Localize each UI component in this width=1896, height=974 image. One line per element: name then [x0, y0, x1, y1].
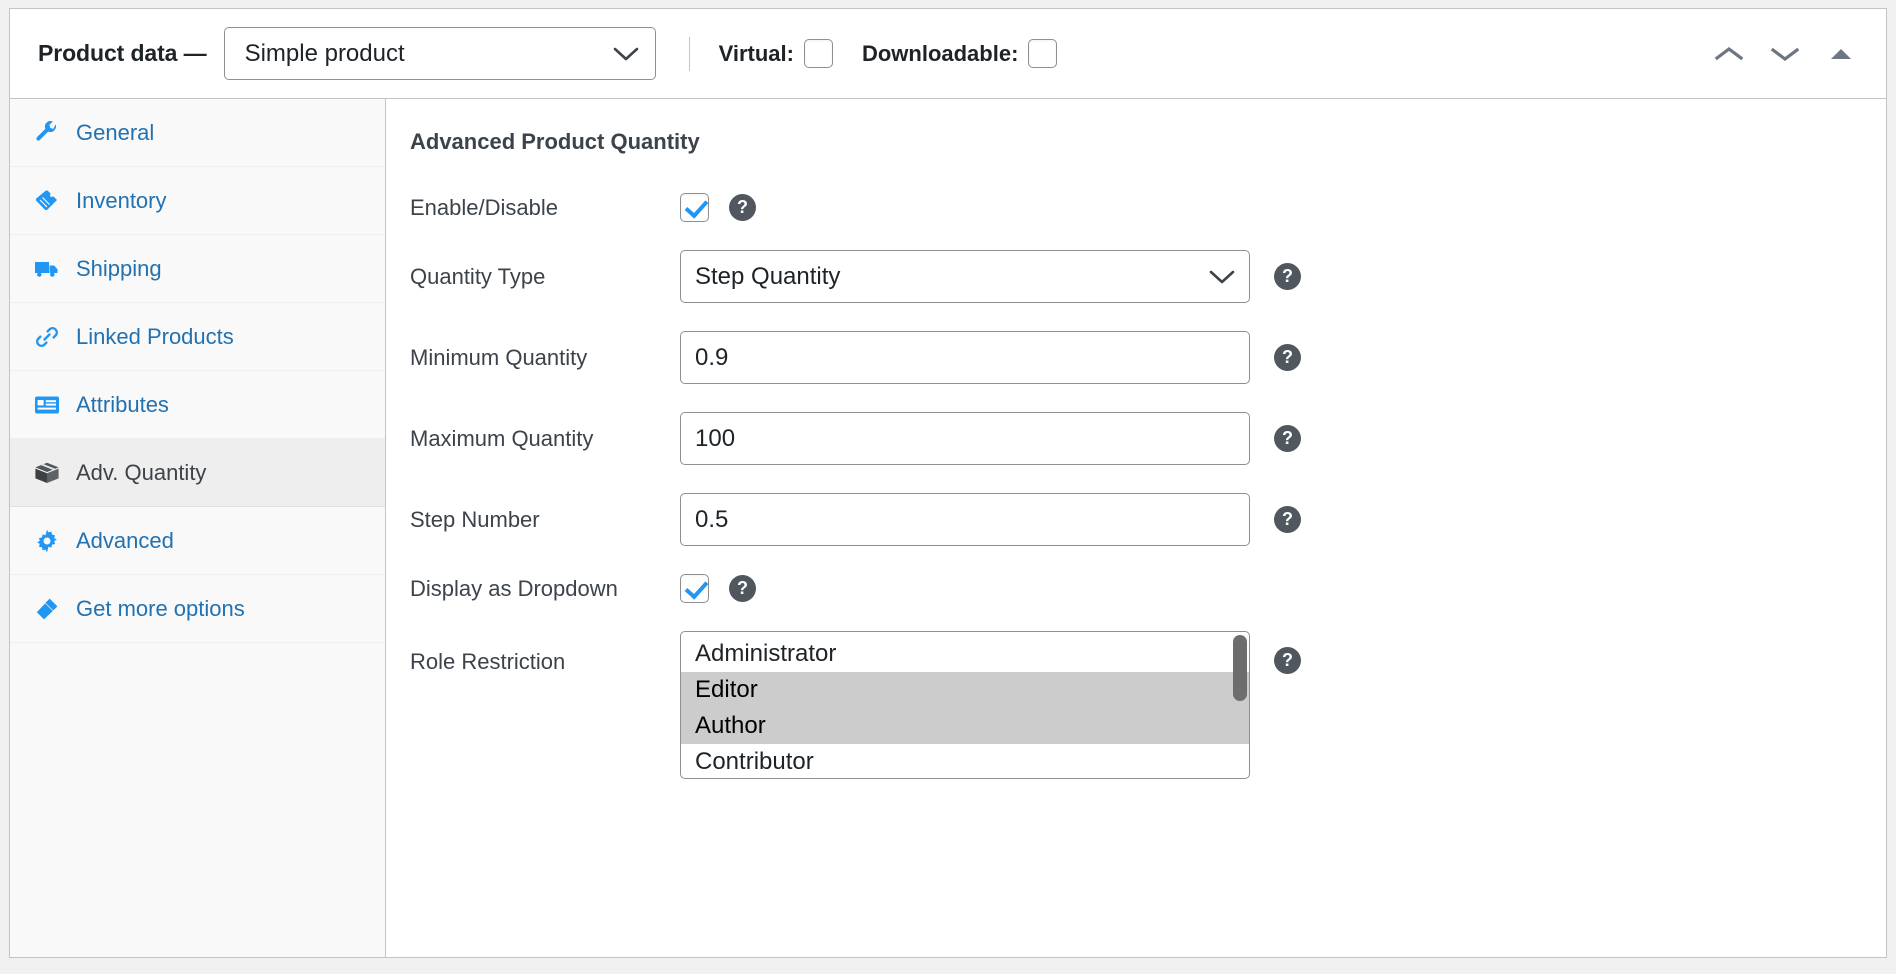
chevron-up-icon	[1714, 44, 1744, 64]
display-as-dropdown-control: ?	[680, 574, 756, 603]
product-type-select[interactable]: Simple product	[224, 27, 656, 80]
section-title: Advanced Product Quantity	[410, 129, 1886, 155]
field-step-number: Step Number ?	[386, 493, 1886, 546]
product-type-value: Simple product	[245, 40, 613, 68]
help-icon[interactable]: ?	[1274, 425, 1301, 452]
listbox-scrollbar[interactable]	[1233, 634, 1247, 778]
chevron-down-icon	[1770, 44, 1800, 64]
wrench-icon	[32, 121, 62, 145]
virtual-checkbox-group: Virtual:	[719, 39, 833, 68]
quantity-type-select[interactable]: Step Quantity	[680, 250, 1250, 303]
field-display-as-dropdown: Display as Dropdown ?	[386, 574, 1886, 603]
list-item[interactable]: Editor	[681, 672, 1249, 708]
triangle-up-icon	[1830, 47, 1852, 61]
minimum-quantity-label: Minimum Quantity	[410, 345, 680, 371]
display-as-dropdown-checkbox[interactable]	[680, 574, 709, 603]
gear-icon	[32, 529, 62, 553]
virtual-checkbox[interactable]	[804, 39, 833, 68]
maximum-quantity-label: Maximum Quantity	[410, 426, 680, 452]
enable-disable-label: Enable/Disable	[410, 195, 680, 221]
move-down-button[interactable]	[1768, 37, 1802, 71]
sidebar-item-general[interactable]: General	[10, 99, 385, 167]
panel-header: Product data — Simple product Virtual: D…	[10, 9, 1886, 99]
sidebar-item-label: Get more options	[76, 596, 245, 622]
sidebar-item-adv-quantity[interactable]: Adv. Quantity	[10, 439, 385, 507]
enable-disable-checkbox[interactable]	[680, 193, 709, 222]
help-icon[interactable]: ?	[1274, 263, 1301, 290]
sidebar-item-linked-products[interactable]: Linked Products	[10, 303, 385, 371]
downloadable-checkbox[interactable]	[1028, 39, 1057, 68]
sidebar-item-shipping[interactable]: Shipping	[10, 235, 385, 303]
role-restriction-label: Role Restriction	[410, 631, 680, 675]
virtual-label: Virtual:	[719, 41, 794, 67]
page-title: Product data —	[38, 40, 207, 67]
field-enable-disable: Enable/Disable ?	[386, 193, 1886, 222]
help-icon[interactable]: ?	[729, 575, 756, 602]
enable-disable-control: ?	[680, 193, 756, 222]
scrollbar-thumb[interactable]	[1233, 635, 1247, 701]
sidebar-item-attributes[interactable]: Attributes	[10, 371, 385, 439]
header-divider	[689, 37, 690, 71]
sidebar-item-label: Shipping	[76, 256, 162, 282]
chevron-down-icon	[1209, 269, 1235, 285]
sidebar-item-label: Advanced	[76, 528, 174, 554]
maximum-quantity-input[interactable]	[680, 412, 1250, 465]
help-icon[interactable]: ?	[1274, 344, 1301, 371]
sidebar-item-label: Attributes	[76, 392, 169, 418]
field-minimum-quantity: Minimum Quantity ?	[386, 331, 1886, 384]
step-number-label: Step Number	[410, 507, 680, 533]
sidebar-item-label: Inventory	[76, 188, 167, 214]
product-data-panel: Product data — Simple product Virtual: D…	[9, 8, 1887, 958]
downloadable-checkbox-group: Downloadable:	[862, 39, 1057, 68]
sidebar-item-advanced[interactable]: Advanced	[10, 507, 385, 575]
link-icon	[32, 325, 62, 349]
help-icon[interactable]: ?	[1274, 506, 1301, 533]
product-data-tabs: General Inventory Shipping Linked Produc…	[10, 99, 386, 957]
sidebar-item-inventory[interactable]: Inventory	[10, 167, 385, 235]
header-actions	[1712, 37, 1864, 71]
list-item[interactable]: Administrator	[681, 636, 1249, 672]
sidebar-item-label: General	[76, 120, 154, 146]
help-icon[interactable]: ?	[729, 194, 756, 221]
move-up-button[interactable]	[1712, 37, 1746, 71]
display-as-dropdown-label: Display as Dropdown	[410, 576, 680, 602]
step-number-input[interactable]	[680, 493, 1250, 546]
sidebar-item-label: Linked Products	[76, 324, 234, 350]
role-restriction-options: Administrator Editor Author Contributor	[681, 632, 1249, 779]
plug-icon	[32, 597, 62, 621]
list-item[interactable]: Author	[681, 708, 1249, 744]
help-icon[interactable]: ?	[1274, 647, 1301, 674]
chevron-down-icon	[613, 46, 639, 62]
truck-icon	[32, 258, 62, 280]
list-item[interactable]: Contributor	[681, 744, 1249, 779]
sidebar-item-get-more-options[interactable]: Get more options	[10, 575, 385, 643]
tag-icon	[32, 189, 62, 213]
field-maximum-quantity: Maximum Quantity ?	[386, 412, 1886, 465]
quantity-type-label: Quantity Type	[410, 264, 680, 290]
quantity-type-value: Step Quantity	[695, 263, 1209, 291]
sidebar-item-label: Adv. Quantity	[76, 460, 206, 486]
field-quantity-type: Quantity Type Step Quantity ?	[386, 250, 1886, 303]
minimum-quantity-input[interactable]	[680, 331, 1250, 384]
adv-quantity-panel: Advanced Product Quantity Enable/Disable…	[386, 99, 1886, 957]
field-role-restriction: Role Restriction Administrator Editor Au…	[386, 631, 1886, 779]
box-icon	[32, 461, 62, 485]
toggle-panel-button[interactable]	[1824, 37, 1858, 71]
role-restriction-listbox[interactable]: Administrator Editor Author Contributor	[680, 631, 1250, 779]
downloadable-label: Downloadable:	[862, 41, 1018, 67]
form-list-icon	[32, 394, 62, 416]
panel-body: General Inventory Shipping Linked Produc…	[10, 99, 1886, 957]
